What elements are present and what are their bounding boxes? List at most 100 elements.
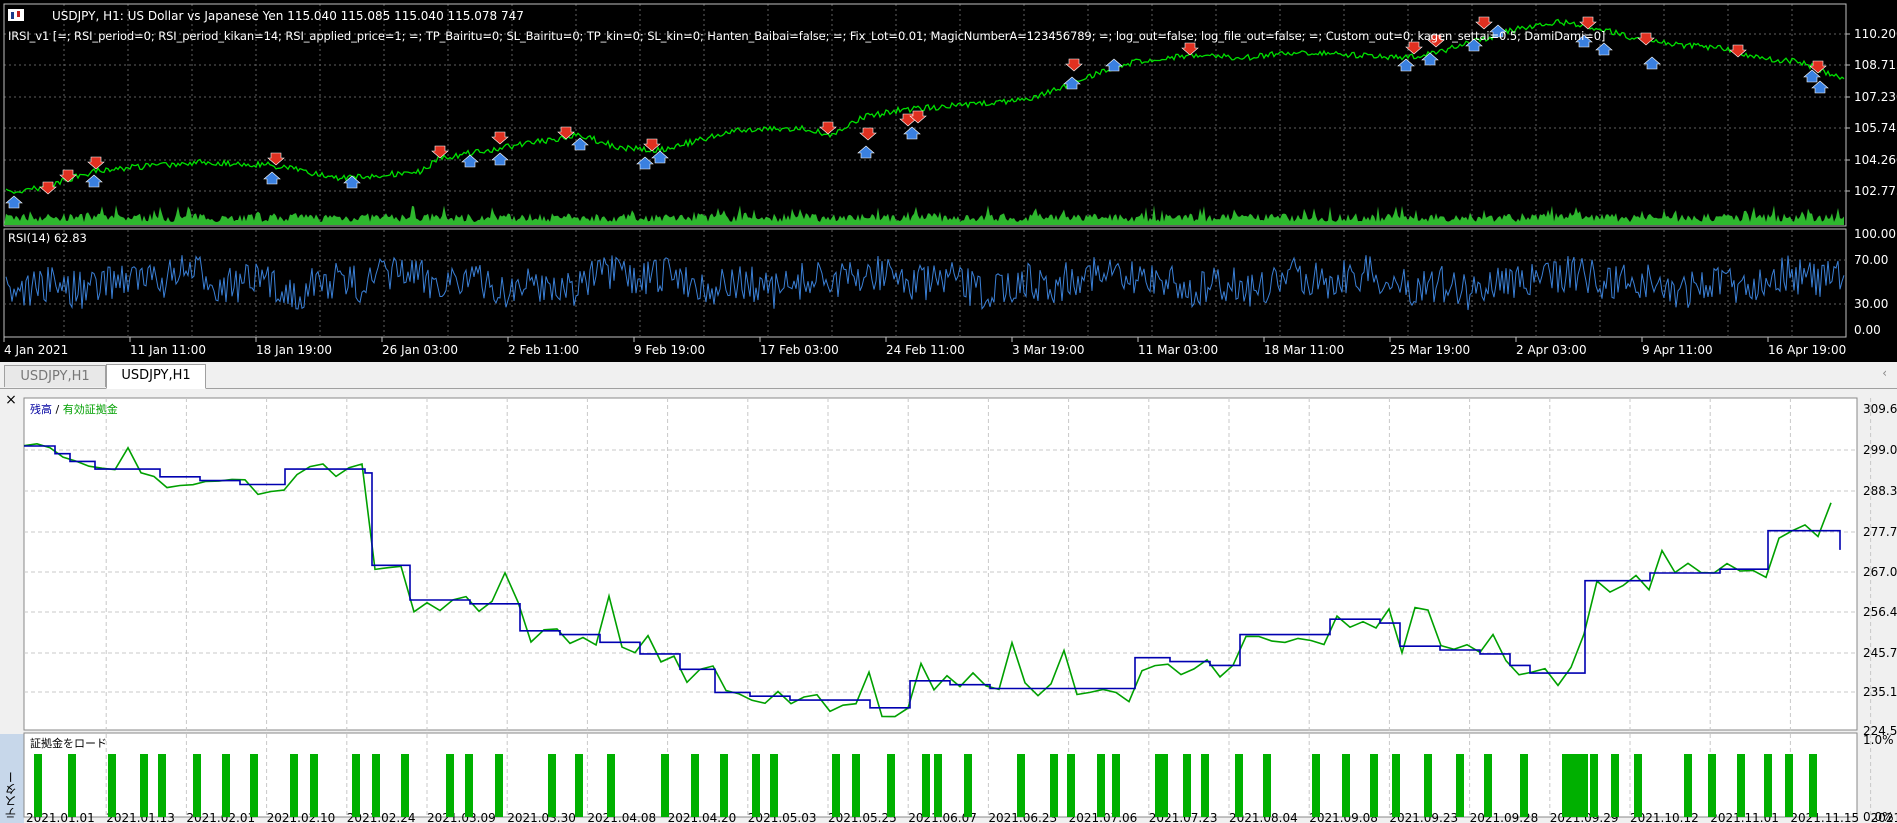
margin-load-bar bbox=[1067, 754, 1075, 817]
margin-load-bar bbox=[1456, 754, 1464, 817]
margin-load-bar bbox=[1634, 754, 1642, 817]
date-axis-label: 2021.09.28 bbox=[1470, 811, 1539, 823]
margin-load-bar bbox=[401, 754, 409, 817]
margin-load-bar bbox=[34, 754, 42, 817]
margin-load-bar bbox=[465, 754, 473, 817]
time-axis-label: 11 Mar 03:00 bbox=[1138, 343, 1218, 357]
tab-scroll-left-icon[interactable]: ‹ bbox=[1882, 366, 1887, 380]
sell-arrow-icon bbox=[1405, 41, 1423, 55]
margin-load-bar bbox=[1484, 754, 1492, 817]
margin-load-label: 証拠金をロード bbox=[30, 737, 107, 750]
sell-arrow-icon bbox=[819, 121, 837, 135]
price-axis-label: 110.200 bbox=[1854, 27, 1897, 41]
margin-load-bar bbox=[691, 754, 699, 817]
chart-tab-bar: USDJPY,H1 USDJPY,H1 ‹ bbox=[0, 362, 1897, 389]
tester-graph-canvas[interactable]: 309.6 299.0 288.3 277.7 267.0 256.4 245.7 235.1… bbox=[0, 389, 1897, 823]
equity-axis-label: 256.4 bbox=[1863, 605, 1897, 619]
close-panel-button[interactable]: × bbox=[2, 391, 20, 409]
sell-arrow-icon bbox=[1475, 16, 1493, 30]
margin-load-bar bbox=[934, 754, 942, 817]
buy-arrow-icon bbox=[1397, 58, 1415, 72]
symbol-info: USDJPY, H1: US Dollar vs Japanese Yen 11… bbox=[8, 9, 524, 23]
equity-axis-label: 277.7 bbox=[1863, 525, 1897, 539]
margin-load-bar bbox=[108, 754, 116, 817]
margin-load-bar bbox=[352, 754, 360, 817]
margin-load-bar bbox=[1112, 754, 1120, 817]
date-axis-label: 2021.03.30 bbox=[507, 811, 576, 823]
time-axis-label: 3 Mar 19:00 bbox=[1012, 343, 1085, 357]
margin-load-bar bbox=[575, 754, 583, 817]
time-axis-label: 9 Apr 11:00 bbox=[1642, 343, 1713, 357]
sell-arrow-icon bbox=[267, 152, 285, 166]
time-axis-label: 16 Apr 19:00 bbox=[1768, 343, 1846, 357]
legend-balance: 残高 bbox=[30, 403, 52, 416]
sell-arrow-icon bbox=[39, 181, 57, 195]
date-axis-label: 2021.11.15 bbox=[1790, 811, 1859, 823]
margin-load-bar bbox=[661, 754, 669, 817]
margin-load-bar bbox=[1809, 754, 1817, 817]
buy-arrow-icon bbox=[636, 156, 654, 170]
buy-arrow-icon bbox=[1811, 80, 1829, 94]
time-axis-label: 24 Feb 11:00 bbox=[886, 343, 965, 357]
margin-load-bar bbox=[310, 754, 318, 817]
volume-histogram bbox=[4, 205, 1844, 225]
margin-load-bar bbox=[1424, 754, 1432, 817]
margin-load-bar bbox=[922, 754, 930, 817]
tab-usdjpy-h1-active[interactable]: USDJPY,H1 bbox=[106, 364, 206, 389]
margin-load-bar bbox=[1611, 754, 1619, 817]
margin-load-bar bbox=[1370, 754, 1378, 817]
margin-load-bar bbox=[1708, 754, 1716, 817]
margin-load-bar bbox=[158, 754, 166, 817]
rsi-label: RSI(14) 62.83 bbox=[8, 231, 87, 245]
sell-arrow-icon bbox=[1579, 16, 1597, 30]
margin-load-bar bbox=[1201, 754, 1209, 817]
margin-load-bar bbox=[752, 754, 760, 817]
margin-load-bar bbox=[1050, 754, 1058, 817]
date-axis-label: 2021.04.08 bbox=[587, 811, 656, 823]
margin-load-bar bbox=[140, 754, 148, 817]
price-chart-canvas[interactable]: 110.200 108.715 107.230 105.745 104.260 102.7… bbox=[0, 0, 1897, 362]
price-axis-label: 107.230 bbox=[1854, 90, 1897, 104]
equity-axis-label: 309.6 bbox=[1863, 402, 1897, 416]
sell-arrow-icon bbox=[859, 127, 877, 141]
margin-load-bar bbox=[720, 754, 728, 817]
date-axis-label: 2021.03.09 bbox=[427, 811, 496, 823]
time-axis-label: 2 Apr 03:00 bbox=[1516, 343, 1587, 357]
margin-load-bar bbox=[1764, 754, 1772, 817]
rsi-axis-label: 100.00 bbox=[1854, 227, 1896, 241]
margin-load-bar bbox=[548, 754, 556, 817]
sell-arrow-icon bbox=[1181, 42, 1199, 56]
margin-load-bar bbox=[1342, 754, 1350, 817]
sell-arrow-icon bbox=[87, 156, 105, 170]
margin-load-bar bbox=[1392, 754, 1400, 817]
margin-load-bar bbox=[372, 754, 380, 817]
buy-arrow-icon bbox=[1643, 56, 1661, 70]
buy-arrow-icon bbox=[1595, 42, 1613, 56]
margin-load-bar bbox=[1312, 754, 1320, 817]
time-axis-label: 18 Mar 11:00 bbox=[1264, 343, 1344, 357]
margin-load-bar bbox=[852, 754, 860, 817]
equity-axis-label: 267.0 bbox=[1863, 565, 1897, 579]
time-axis-label: 4 Jan 2021 bbox=[4, 343, 68, 357]
price-axis-label: 105.745 bbox=[1854, 121, 1897, 135]
price-line bbox=[5, 18, 1845, 194]
symbol-info-text: USDJPY, H1: US Dollar vs Japanese Yen 11… bbox=[52, 9, 524, 23]
margin-load-bar bbox=[193, 754, 201, 817]
margin-load-bar bbox=[1017, 754, 1025, 817]
buy-arrow-icon bbox=[343, 175, 361, 189]
sell-arrow-icon bbox=[431, 145, 449, 159]
sell-arrow-icon bbox=[1637, 32, 1655, 46]
margin-load-bar bbox=[495, 754, 503, 817]
margin-load-bar bbox=[222, 754, 230, 817]
sell-arrow-icon bbox=[59, 169, 77, 183]
tab-usdjpy-h1-first[interactable]: USDJPY,H1 bbox=[4, 365, 106, 387]
margin-load-bar bbox=[1520, 754, 1528, 817]
rsi-axis-label: 30.00 bbox=[1854, 297, 1888, 311]
time-axis-label: 18 Jan 19:00 bbox=[256, 343, 332, 357]
sell-arrow-icon bbox=[1729, 44, 1747, 58]
time-axis-label: 17 Feb 03:00 bbox=[760, 343, 839, 357]
buy-arrow-icon bbox=[5, 195, 23, 209]
price-chart-window[interactable]: 110.200 108.715 107.230 105.745 104.260 102.7… bbox=[0, 0, 1897, 362]
margin-load-bar bbox=[1737, 754, 1745, 817]
tester-legend: 残高 / 有効証拠金 bbox=[30, 401, 118, 417]
